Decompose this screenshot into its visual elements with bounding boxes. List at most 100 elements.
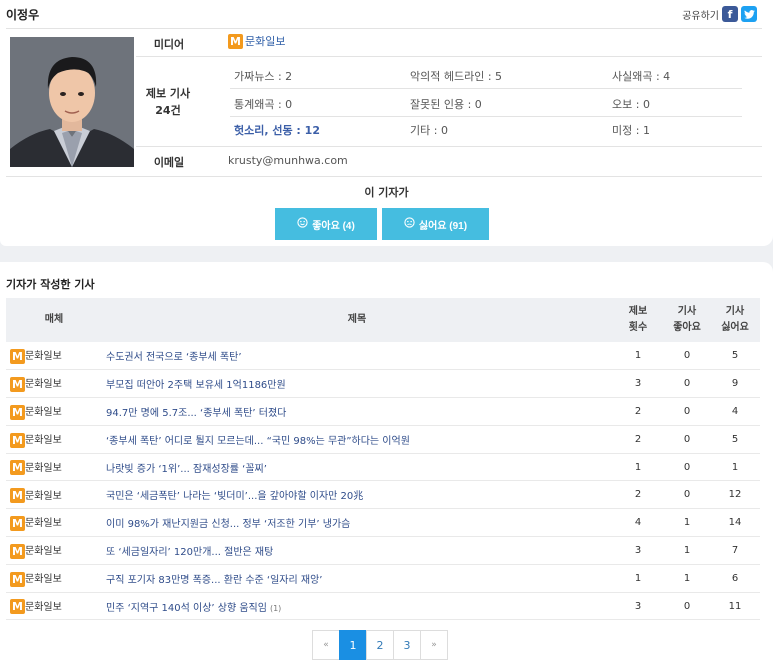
stat-nonsense: 헛소리, 선동 : 12 bbox=[234, 124, 320, 137]
page-2-button[interactable]: 2 bbox=[366, 630, 394, 660]
media-name[interactable]: 문화일보 bbox=[245, 35, 285, 48]
row-dislikes: 7 bbox=[710, 536, 760, 565]
row-title-link[interactable]: 구직 포기자 83만명 폭증... 환란 수준 ‘일자리 재앙’ bbox=[106, 575, 322, 586]
media-link[interactable]: M 문화일보 bbox=[228, 33, 285, 49]
row-title-link[interactable]: 나랏빚 증가 ‘1위’... 잠재성장률 ‘꼴찌’ bbox=[106, 464, 267, 475]
row-media[interactable]: M 문화일보 bbox=[6, 369, 102, 399]
this-reporter-label: 이 기자가 bbox=[364, 186, 409, 199]
row-dislikes: 1 bbox=[710, 453, 760, 482]
munhwa-logo-icon: M bbox=[10, 488, 25, 504]
table-row[interactable]: M 문화일보 ‘종부세 폭탄’ 어디로 튈지 모르는데... “국민 98%는 무관… bbox=[6, 425, 760, 454]
row-media-name: 문화일보 bbox=[25, 379, 62, 391]
row-title[interactable]: 이미 98%가 재난지원금 신청... 정부 ‘저조한 기부’ 냉가슴 bbox=[102, 508, 612, 538]
facebook-icon[interactable]: f bbox=[722, 6, 738, 22]
row-media-name: 문화일보 bbox=[25, 407, 62, 419]
row-title-link[interactable]: 국민은 ‘세금폭탄’ 나라는 ‘빚더미’...을 갚아야할 이자만 20兆 bbox=[106, 491, 363, 502]
col-media: 매체 bbox=[44, 314, 64, 325]
next-page-button[interactable]: » bbox=[420, 630, 448, 660]
table-header-row: 매체 제목 제보 횟수 기사 좋아요 기사 싫어요 bbox=[6, 298, 760, 342]
row-title[interactable]: 부모집 떠안아 2주택 보유세 1억1186만원 bbox=[102, 369, 612, 399]
row-media[interactable]: M 문화일보 bbox=[6, 536, 102, 565]
row-title-link[interactable]: 수도권서 전국으로 ‘종부세 폭탄’ bbox=[106, 352, 242, 363]
row-dislikes: 5 bbox=[710, 342, 760, 371]
row-dislikes: 6 bbox=[710, 564, 760, 593]
row-media[interactable]: M 문화일보 bbox=[6, 397, 102, 426]
row-title[interactable]: ‘종부세 폭탄’ 어디로 튈지 모르는데... “국민 98%는 무관”하다는 … bbox=[102, 425, 612, 454]
row-reports: 1 bbox=[612, 453, 664, 482]
frown-icon bbox=[404, 217, 415, 231]
row-likes: 0 bbox=[664, 592, 710, 621]
munhwa-logo-icon: M bbox=[10, 543, 25, 559]
row-likes: 0 bbox=[664, 480, 710, 510]
page-3-button[interactable]: 3 bbox=[393, 630, 421, 660]
row-likes: 0 bbox=[664, 425, 710, 454]
row-media-name: 문화일보 bbox=[25, 351, 62, 363]
stat-undecided: 미정 : 1 bbox=[612, 124, 650, 137]
table-row[interactable]: M 문화일보 94.7만 명에 5.7조... ‘종부세 폭탄’ 터졌다 2 0 4 bbox=[6, 397, 760, 426]
row-reports: 1 bbox=[612, 564, 664, 593]
divider bbox=[230, 88, 742, 89]
table-row[interactable]: M 문화일보 국민은 ‘세금폭탄’ 나라는 ‘빚더미’...을 갚아야할 이자만 2… bbox=[6, 480, 760, 510]
share-bar: 공유하기 f bbox=[682, 6, 757, 22]
row-media[interactable]: M 문화일보 bbox=[6, 592, 102, 621]
row-title-link[interactable]: ‘종부세 폭탄’ 어디로 튈지 모르는데... “국민 98%는 무관”하다는 … bbox=[106, 436, 410, 447]
table-row[interactable]: M 문화일보 수도권서 전국으로 ‘종부세 폭탄’ 1 0 5 bbox=[6, 342, 760, 371]
row-title-link[interactable]: 94.7만 명에 5.7조... ‘종부세 폭탄’ 터졌다 bbox=[106, 408, 286, 419]
row-reports: 4 bbox=[612, 508, 664, 538]
row-media-name: 문화일보 bbox=[25, 490, 62, 502]
row-title-link[interactable]: 부모집 떠안아 2주택 보유세 1억1186만원 bbox=[106, 380, 286, 391]
table-row[interactable]: M 문화일보 구직 포기자 83만명 폭증... 환란 수준 ‘일자리 재앙’ 1 1 6 bbox=[6, 564, 760, 593]
row-likes: 0 bbox=[664, 453, 710, 482]
munhwa-logo-icon: M bbox=[10, 404, 25, 420]
row-reports: 2 bbox=[612, 425, 664, 454]
row-media[interactable]: M 문화일보 bbox=[6, 564, 102, 593]
table-row[interactable]: M 문화일보 부모집 떠안아 2주택 보유세 1억1186만원 3 0 9 bbox=[6, 369, 760, 399]
row-media[interactable]: M 문화일보 bbox=[6, 480, 102, 510]
row-media-name: 문화일보 bbox=[25, 574, 62, 586]
prev-page-button[interactable]: « bbox=[312, 630, 340, 660]
section-title: 기자가 작성한 기사 bbox=[6, 278, 95, 291]
row-title[interactable]: 국민은 ‘세금폭탄’ 나라는 ‘빚더미’...을 갚아야할 이자만 20兆 bbox=[102, 480, 612, 510]
row-reports: 3 bbox=[612, 592, 664, 621]
row-media-name: 문화일보 bbox=[25, 518, 62, 530]
page-1-button[interactable]: 1 bbox=[339, 630, 367, 660]
row-comment-count: (1) bbox=[269, 603, 282, 613]
table-row[interactable]: M 문화일보 나랏빚 증가 ‘1위’... 잠재성장률 ‘꼴찌’ 1 0 1 bbox=[6, 453, 760, 482]
like-button[interactable]: 좋아요 (4) bbox=[275, 208, 377, 240]
row-title[interactable]: 민주 ‘지역구 140석 이상’ 상향 움직임 (1) bbox=[102, 592, 612, 621]
row-media-name: 문화일보 bbox=[25, 435, 62, 447]
row-media[interactable]: M 문화일보 bbox=[6, 508, 102, 538]
table-row[interactable]: M 문화일보 민주 ‘지역구 140석 이상’ 상향 움직임 (1) 3 0 11 bbox=[6, 592, 760, 621]
dislike-button[interactable]: 싫어요 (91) bbox=[382, 208, 489, 240]
row-title[interactable]: 또 ‘세금일자리’ 120만개... 절반은 재탕 bbox=[102, 536, 612, 565]
row-title[interactable]: 나랏빚 증가 ‘1위’... 잠재성장률 ‘꼴찌’ bbox=[102, 453, 612, 482]
row-dislikes: 4 bbox=[710, 397, 760, 426]
row-media-name: 문화일보 bbox=[25, 462, 62, 474]
row-media[interactable]: M 문화일보 bbox=[6, 453, 102, 482]
row-title[interactable]: 수도권서 전국으로 ‘종부세 폭탄’ bbox=[102, 342, 612, 371]
row-media-name: 문화일보 bbox=[25, 546, 62, 558]
row-reports: 2 bbox=[612, 397, 664, 426]
pagination: « 1 2 3 » bbox=[312, 630, 448, 660]
col-dislikes-line1: 기사 bbox=[725, 306, 745, 317]
table-row[interactable]: M 문화일보 또 ‘세금일자리’ 120만개... 절반은 재탕 3 1 7 bbox=[6, 536, 760, 565]
row-title-link[interactable]: 또 ‘세금일자리’ 120만개... 절반은 재탕 bbox=[106, 547, 273, 558]
row-title-link[interactable]: 민주 ‘지역구 140석 이상’ 상향 움직임 bbox=[106, 603, 267, 614]
row-reports: 2 bbox=[612, 480, 664, 510]
row-media[interactable]: M 문화일보 bbox=[6, 342, 102, 371]
row-title-link[interactable]: 이미 98%가 재난지원금 신청... 정부 ‘저조한 기부’ 냉가슴 bbox=[106, 519, 350, 530]
table-row[interactable]: M 문화일보 이미 98%가 재난지원금 신청... 정부 ‘저조한 기부’ 냉가슴… bbox=[6, 508, 760, 538]
col-likes-line1: 기사 bbox=[677, 306, 697, 317]
row-title[interactable]: 구직 포기자 83만명 폭증... 환란 수준 ‘일자리 재앙’ bbox=[102, 564, 612, 593]
row-title[interactable]: 94.7만 명에 5.7조... ‘종부세 폭탄’ 터졌다 bbox=[102, 397, 612, 426]
munhwa-logo-icon: M bbox=[10, 376, 25, 392]
stat-malicious-headline: 악의적 헤드라인 : 5 bbox=[410, 70, 503, 83]
row-dislikes: 9 bbox=[710, 369, 760, 399]
row-likes: 1 bbox=[664, 508, 710, 538]
row-media[interactable]: M 문화일보 bbox=[6, 425, 102, 454]
stat-fact-distortion: 사실왜곡 : 4 bbox=[612, 70, 671, 83]
twitter-icon[interactable] bbox=[741, 6, 757, 22]
col-title: 제목 bbox=[347, 314, 367, 325]
divider bbox=[136, 146, 762, 147]
row-dislikes: 14 bbox=[710, 508, 760, 538]
